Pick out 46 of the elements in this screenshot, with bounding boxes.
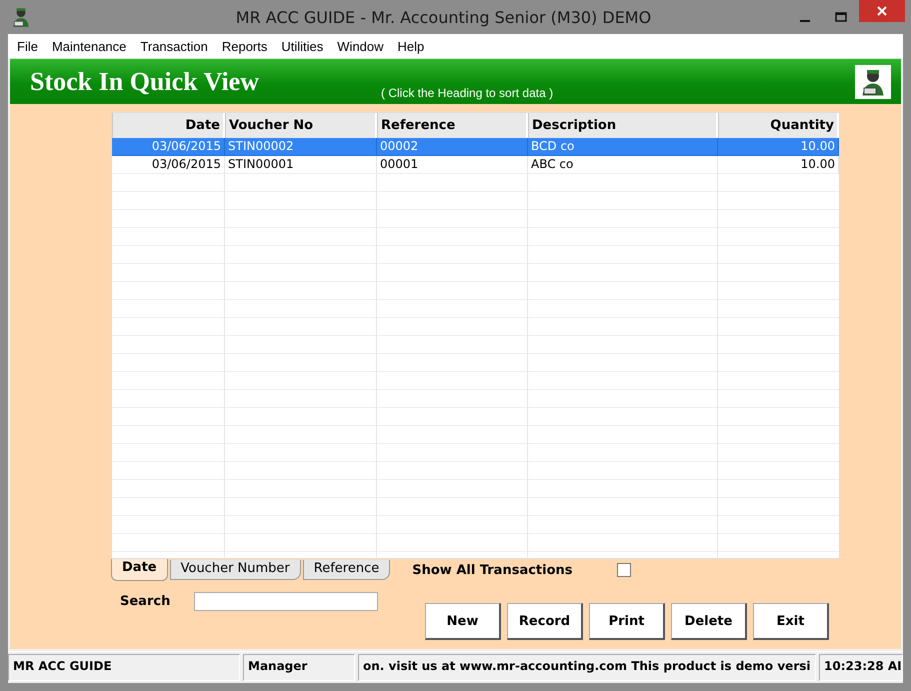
- status-field: Manager: [243, 654, 355, 681]
- table-cell: 03/06/2015: [112, 156, 225, 174]
- menu-item[interactable]: Utilities: [274, 38, 330, 54]
- menu-item[interactable]: Window: [330, 38, 391, 54]
- minimize-icon: [800, 20, 810, 22]
- checkbox-label: Show All Transactions: [412, 562, 574, 578]
- table-cell: STIN00002: [225, 138, 377, 156]
- action-button[interactable]: Print: [589, 603, 665, 640]
- sort-tab[interactable]: Reference: [302, 560, 390, 580]
- menu-item[interactable]: Maintenance: [44, 38, 134, 54]
- close-button[interactable]: [859, 0, 905, 22]
- menu-item[interactable]: Help: [390, 38, 432, 54]
- person-icon: [855, 64, 891, 98]
- table-cell: STIN00001: [225, 156, 377, 174]
- action-button[interactable]: New: [425, 603, 501, 640]
- column-header[interactable]: Voucher No: [225, 113, 377, 138]
- action-button[interactable]: Record: [507, 603, 583, 640]
- status-field: MR ACC GUIDE: [8, 654, 240, 681]
- menu-item[interactable]: File: [10, 38, 45, 54]
- column-header[interactable]: Quantity: [718, 113, 839, 138]
- table-cell: 10.00: [718, 156, 839, 174]
- table-cell: 00001: [377, 156, 528, 174]
- sort-tab[interactable]: Date: [111, 559, 168, 581]
- status-field: 10:23:28 AI: [819, 654, 903, 681]
- table-cell: 03/06/2015: [112, 138, 225, 156]
- sort-tab[interactable]: Voucher Number: [170, 560, 301, 580]
- action-button[interactable]: Exit: [753, 603, 829, 640]
- checkbox[interactable]: [617, 563, 632, 577]
- search-field[interactable]: [194, 592, 378, 611]
- page-title: Stock In Quick View: [30, 66, 259, 96]
- status-field: on. visit us at www.mr-accounting.com This product is demo versi: [358, 654, 816, 681]
- table-cell: BCD co: [528, 138, 718, 156]
- action-button[interactable]: Delete: [671, 603, 747, 640]
- table-cell: 10.00: [718, 138, 839, 156]
- column-header[interactable]: Reference: [377, 113, 528, 138]
- close-icon: [877, 6, 887, 16]
- sort-hint: ( Click the Heading to sort data ): [381, 86, 554, 100]
- window-title: MR ACC GUIDE - Mr. Accounting Senior (M30) DEMO: [234, 8, 652, 26]
- column-header[interactable]: Date: [112, 113, 225, 138]
- table-cell: ABC co: [528, 156, 718, 174]
- column-header[interactable]: Description: [528, 113, 718, 138]
- table-cell: 00002: [377, 138, 528, 156]
- menu-item[interactable]: Transaction: [133, 38, 215, 54]
- maximize-icon: [835, 12, 847, 22]
- search-label: Search: [120, 594, 172, 609]
- menu-item[interactable]: Reports: [214, 38, 274, 54]
